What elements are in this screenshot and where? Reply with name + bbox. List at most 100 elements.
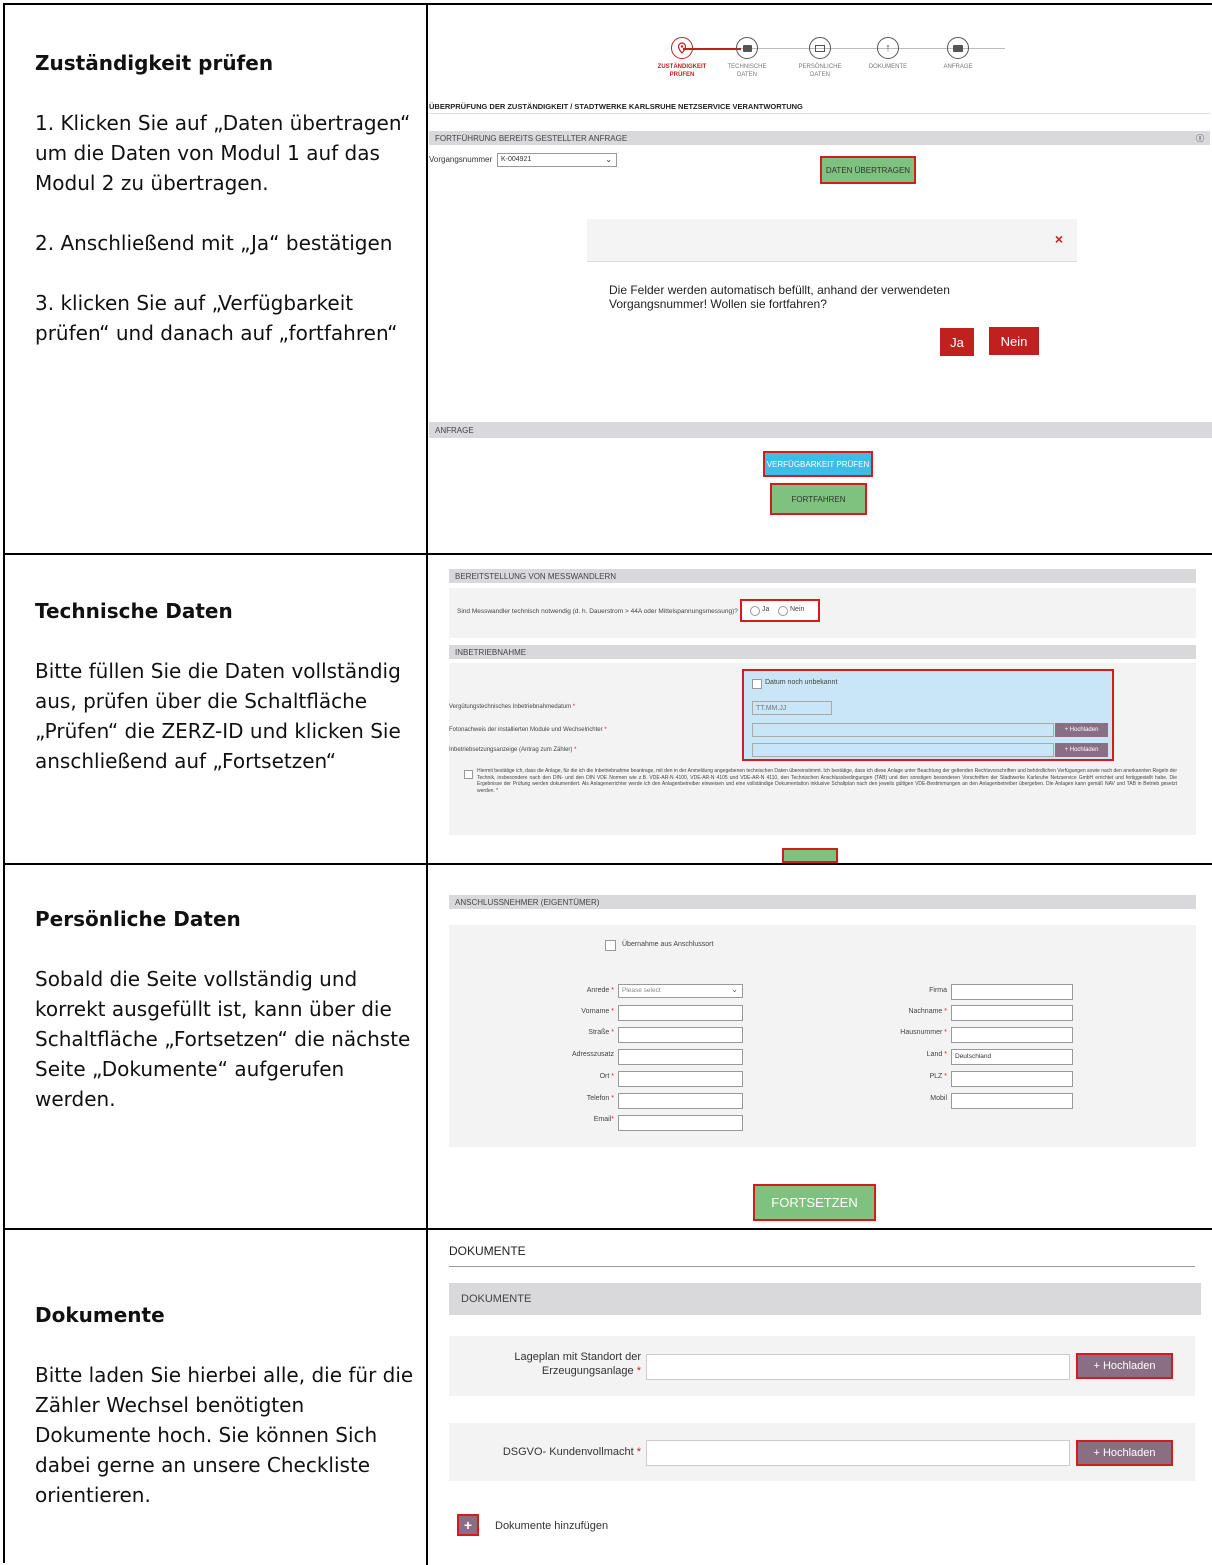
datum-label: Vergütungstechnisches Inbetriebnahmedatu…: [449, 704, 575, 710]
datum-unbekannt-checkbox[interactable]: [752, 679, 762, 689]
hochladen-label: Hochladen: [1069, 747, 1099, 753]
plz-label: PLZ *: [859, 1073, 947, 1080]
page-heading: ÜBERPRÜFUNG DER ZUSTÄNDIGKEIT / STADTWER…: [429, 102, 803, 111]
required-star: *: [572, 704, 576, 710]
instruction-step: 2. Anschließend mit „Ja“ bestätigen: [35, 231, 393, 255]
add-document-button[interactable]: +: [457, 1514, 479, 1536]
required-star: *: [611, 1008, 614, 1015]
strasse-input[interactable]: [618, 1027, 743, 1043]
email-input[interactable]: [618, 1115, 743, 1131]
section-title: ANFRAGE: [435, 425, 474, 435]
mobil-input[interactable]: [951, 1093, 1073, 1109]
fortsetzen-button[interactable]: FORTSETZEN: [753, 1184, 876, 1221]
label-text: Firma: [929, 987, 947, 994]
location-icon: [671, 37, 693, 59]
step-technische-daten[interactable]: TECHNISCHE DATEN: [712, 37, 782, 79]
required-star: *: [604, 727, 607, 733]
label-text: Land: [926, 1051, 943, 1058]
row-title: Persönliche Daten: [35, 907, 241, 931]
anrede-select[interactable]: Please select ⌄: [618, 984, 743, 998]
hochladen-label: Hochladen: [1069, 727, 1099, 733]
upload-icon: ↑: [877, 37, 899, 59]
anzeige-input[interactable]: [752, 743, 1054, 757]
anrede-label: Anrede *: [529, 987, 614, 994]
label-text: Vorname: [581, 1008, 610, 1015]
required-star: *: [611, 1095, 614, 1102]
step-dokumente[interactable]: ↑ DOKUMENTE: [853, 37, 923, 71]
instruction-text: Sobald die Seite vollständig und korrekt…: [35, 967, 411, 1111]
chevron-down-icon: ⌄: [605, 155, 612, 164]
radio-ja[interactable]: [750, 606, 760, 616]
messwandler-options: Ja Nein: [740, 599, 820, 622]
dsgvo-input[interactable]: [646, 1440, 1070, 1466]
land-label: Land *: [859, 1051, 947, 1058]
divider: [449, 1266, 1195, 1267]
uebernahme-label: Übernahme aus Anschlussort: [622, 941, 714, 948]
section-messwandler: BEREITSTELLUNG VON MESSWANDLERN: [449, 569, 1196, 583]
hausnummer-input[interactable]: [951, 1027, 1073, 1043]
label-text: Ort: [599, 1073, 610, 1080]
required-star: *: [574, 747, 577, 753]
fortfahren-button[interactable]: FORTFAHREN: [770, 483, 867, 515]
datum-unbekannt-label: Datum noch unbekannt: [765, 679, 838, 686]
inbetriebnahme-fields: Datum noch unbekannt TT.MM.JJ + Hochlade…: [742, 669, 1114, 761]
uebernahme-checkbox[interactable]: [605, 940, 616, 951]
vorname-input[interactable]: [618, 1005, 743, 1021]
ja-button[interactable]: Ja: [940, 328, 974, 356]
step-label: DATEN: [810, 72, 830, 78]
step-zustaendigkeit[interactable]: ZUSTÄNDIGKEIT PRÜFEN: [647, 37, 717, 79]
foto-hochladen-button[interactable]: + Hochladen: [1055, 723, 1108, 737]
label-text: Erzeugungsanlage: [541, 1365, 634, 1377]
adresszusatz-input[interactable]: [618, 1049, 743, 1065]
plz-input[interactable]: [951, 1071, 1073, 1087]
required-star: *: [611, 1029, 614, 1036]
firma-input[interactable]: [951, 984, 1073, 1000]
strasse-label: Straße *: [529, 1029, 614, 1036]
telefon-input[interactable]: [618, 1093, 743, 1109]
step-label: DOKUMENTE: [868, 64, 908, 70]
verfuegbarkeit-pruefen-button[interactable]: VERFÜGBARKEIT PRÜFEN: [763, 451, 873, 477]
section-inbetriebnahme: INBETRIEBNAHME: [449, 645, 1196, 659]
mobil-label: Mobil: [859, 1095, 947, 1102]
plus-icon: +: [1093, 1360, 1103, 1372]
label-text: PLZ: [929, 1073, 943, 1080]
dsgvo-hochladen-button[interactable]: + Hochladen: [1076, 1440, 1173, 1466]
info-icon[interactable]: ⓘ: [1196, 133, 1204, 144]
ort-label: Ort *: [529, 1073, 614, 1080]
label-text: DSGVO- Kundenvollmacht: [502, 1446, 634, 1458]
nachname-input[interactable]: [951, 1005, 1073, 1021]
foto-input[interactable]: [752, 723, 1054, 737]
section-anfrage: ANFRAGE: [429, 422, 1212, 438]
confirm-checkbox[interactable]: [464, 770, 473, 779]
radio-nein[interactable]: [778, 606, 788, 616]
required-star: *: [611, 987, 614, 994]
plus-icon: +: [463, 1517, 473, 1533]
telefon-label: Telefon *: [529, 1095, 614, 1102]
anzeige-hochladen-button[interactable]: + Hochladen: [1055, 743, 1108, 757]
screenshot-dokumente: DOKUMENTE DOKUMENTE Lageplan mit Standor…: [429, 1230, 1210, 1565]
step-persoenliche-daten[interactable]: PERSÖNLICHE DATEN: [785, 37, 855, 79]
required-star: *: [944, 1029, 947, 1036]
required-star: *: [944, 1008, 947, 1015]
section-title: INBETRIEBNAHME: [455, 647, 527, 657]
column-divider: [426, 3, 428, 1565]
land-input[interactable]: Deutschland: [951, 1049, 1073, 1065]
lageplan-hochladen-button[interactable]: + Hochladen: [1076, 1353, 1173, 1379]
datum-input[interactable]: TT.MM.JJ: [752, 701, 832, 715]
vorgang-label: Vorgangsnummer: [429, 155, 493, 164]
lageplan-input[interactable]: [646, 1354, 1070, 1380]
step-anfrage[interactable]: ANFRAGE: [923, 37, 993, 71]
truck-icon: [736, 37, 758, 59]
firma-label: Firma: [859, 987, 947, 994]
nein-button[interactable]: Nein: [989, 327, 1039, 355]
vorgang-select[interactable]: K-004921 ⌄: [497, 153, 617, 167]
plus-icon: +: [1093, 1447, 1103, 1459]
section-dokumente: DOKUMENTE: [449, 1283, 1201, 1315]
fortsetzen-button[interactable]: FORTSETZEN: [782, 848, 838, 863]
close-icon[interactable]: ×: [1055, 231, 1063, 247]
label-text: Vergütungstechnisches Inbetriebnahmedatu…: [449, 704, 572, 710]
radio-ja-label: Ja: [762, 606, 770, 613]
instructions-persoenliche-daten: Persönliche Daten Sobald die Seite volls…: [35, 904, 415, 1144]
ort-input[interactable]: [618, 1071, 743, 1087]
daten-uebertragen-button[interactable]: DATEN ÜBERTRAGEN: [820, 156, 916, 184]
